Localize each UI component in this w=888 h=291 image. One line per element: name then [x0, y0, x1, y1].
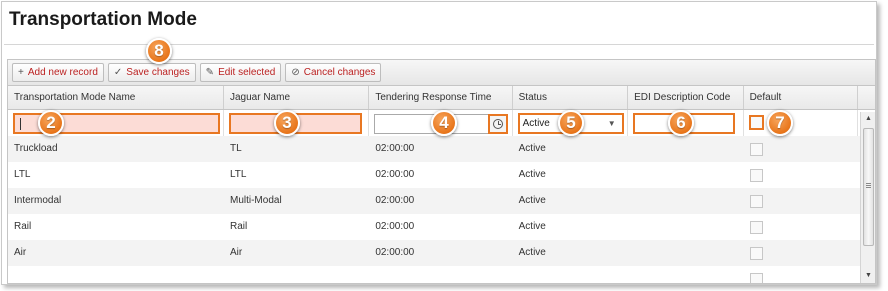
column-header-spacer — [858, 86, 875, 109]
tendering-time: 02:00:00 — [375, 195, 415, 206]
checkmark-icon: ✓ — [113, 67, 123, 78]
callout-3: 3 — [274, 110, 300, 136]
edi-code — [628, 162, 743, 188]
tendering-time: 02:00:00 — [375, 221, 415, 232]
add-new-record-button[interactable]: + Add new record — [12, 63, 104, 82]
grid-header: Transportation Mode Name Jaguar Name Ten… — [8, 86, 875, 110]
tendering-time: 02:00:00 — [375, 169, 415, 180]
column-header-default[interactable]: Default — [744, 86, 859, 109]
default-checkbox[interactable] — [749, 143, 763, 156]
add-new-record-label: Add new record — [27, 67, 98, 78]
status: Active — [518, 221, 546, 232]
plus-icon: + — [18, 67, 24, 78]
jaguar-name: LTL — [229, 169, 247, 180]
default-checkbox[interactable] — [749, 169, 763, 182]
status: Active — [518, 247, 546, 258]
mode-name: Air — [14, 247, 27, 258]
callout-5: 5 — [558, 110, 584, 136]
table-row[interactable]: Rail Rail 02:00:00 Active — [8, 214, 875, 240]
column-header-mode-name[interactable]: Transportation Mode Name — [8, 86, 224, 109]
status: Active — [518, 195, 546, 206]
default-checkbox[interactable] — [749, 273, 763, 283]
cancel-changes-label: Cancel changes — [303, 67, 376, 78]
callout-7: 7 — [767, 110, 793, 136]
jaguar-name: Multi-Modal — [229, 195, 282, 206]
table-row[interactable]: LTL LTL 02:00:00 Active — [8, 162, 875, 188]
column-header-tendering-time[interactable]: Tendering Response Time — [369, 86, 513, 109]
default-checkbox[interactable] — [748, 115, 764, 130]
callout-2: 2 — [38, 110, 64, 136]
table-row-partial[interactable] — [8, 266, 875, 283]
default-cell — [744, 266, 858, 283]
edi-code — [628, 214, 743, 240]
grip-icon — [866, 183, 871, 188]
default-checkbox[interactable] — [749, 195, 763, 208]
cancel-changes-button[interactable]: ⊘ Cancel changes — [285, 63, 382, 82]
scroll-up-icon[interactable]: ▲ — [861, 112, 875, 126]
mode-name: Intermodal — [14, 195, 62, 206]
callout-8: 8 — [146, 38, 172, 64]
default-cell — [744, 240, 858, 266]
default-checkbox[interactable] — [749, 221, 763, 234]
transportation-mode-grid: + Add new record ✓ Save changes ✎ Edit s… — [7, 59, 876, 284]
default-cell — [744, 214, 858, 240]
edi-code — [628, 240, 743, 266]
cancel-icon: ⊘ — [291, 67, 300, 78]
callout-6: 6 — [668, 110, 694, 136]
scroll-down-icon[interactable]: ▼ — [861, 269, 875, 283]
mode-name: Truckload — [14, 143, 58, 154]
time-picker-button[interactable] — [488, 114, 509, 134]
mode-name: Rail — [14, 221, 32, 232]
tendering-time: 02:00:00 — [375, 247, 415, 258]
clock-icon — [493, 119, 504, 129]
default-checkbox[interactable] — [749, 247, 763, 260]
default-cell — [744, 110, 859, 136]
default-cell — [744, 136, 858, 162]
save-changes-button[interactable]: ✓ Save changes — [107, 63, 196, 82]
tendering-time: 02:00:00 — [375, 143, 415, 154]
pencil-icon: ✎ — [205, 67, 215, 78]
status-selected-value: Active — [522, 118, 550, 129]
table-row[interactable]: Intermodal Multi-Modal 02:00:00 Active — [8, 188, 875, 214]
jaguar-name: TL — [229, 143, 242, 154]
column-header-jaguar-name[interactable]: Jaguar Name — [224, 86, 370, 109]
status: Active — [518, 169, 546, 180]
table-row[interactable]: Truckload TL 02:00:00 Active — [8, 136, 875, 162]
scroll-thumb[interactable] — [863, 128, 874, 246]
transportation-mode-panel: Transportation Mode + Add new record ✓ S… — [1, 1, 877, 285]
jaguar-name: Rail — [229, 221, 248, 232]
page-title: Transportation Mode — [9, 9, 197, 30]
title-divider — [4, 44, 874, 45]
text-cursor — [20, 118, 21, 130]
save-changes-label: Save changes — [126, 67, 190, 78]
mode-name: LTL — [14, 169, 31, 180]
table-row[interactable]: Air Air 02:00:00 Active — [8, 240, 875, 266]
status: Active — [518, 143, 546, 154]
grid-body: Active ▼ Truckload TL 02:00:00 Active LT… — [8, 110, 875, 283]
default-cell — [744, 162, 858, 188]
vertical-scrollbar[interactable]: ▲ ▼ — [860, 112, 875, 283]
edit-selected-label: Edit selected — [218, 67, 276, 78]
edi-code — [628, 136, 743, 162]
column-header-edi-code[interactable]: EDI Description Code — [628, 86, 744, 109]
grid-toolbar: + Add new record ✓ Save changes ✎ Edit s… — [8, 60, 875, 86]
callout-4: 4 — [431, 110, 457, 136]
default-cell — [744, 188, 858, 214]
column-header-status[interactable]: Status — [513, 86, 629, 109]
edi-code — [628, 188, 743, 214]
edit-selected-button[interactable]: ✎ Edit selected — [199, 63, 282, 82]
caret-down-icon: ▼ — [607, 119, 616, 128]
jaguar-name: Air — [229, 247, 243, 258]
